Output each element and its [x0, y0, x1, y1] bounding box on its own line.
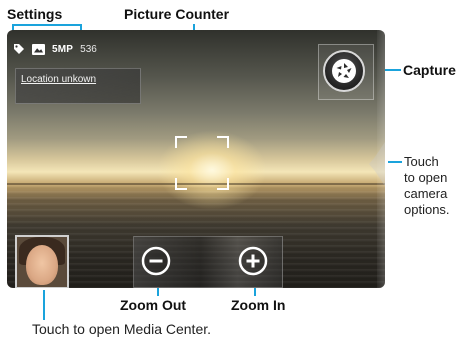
camera-viewfinder[interactable]: 5MP 536 Location unkown [7, 30, 385, 288]
location-text: Location unkown [21, 74, 97, 85]
thumbnail-face [26, 245, 58, 285]
tag-icon[interactable] [13, 43, 25, 55]
media-center-callout: Touch to open Media Center. [32, 321, 212, 337]
capture-callout: Capture [403, 62, 456, 78]
location-panel[interactable]: Location unkown [15, 68, 141, 104]
camera-options-callout-line [388, 161, 402, 163]
focus-brackets [175, 136, 229, 190]
resolution-label: 5MP [52, 43, 74, 55]
settings-callout-line [12, 24, 82, 26]
camera-options-callout: Touch to open camera options. [404, 154, 450, 217]
capture-button[interactable] [323, 50, 365, 92]
zoom-in-callout: Zoom In [231, 297, 286, 313]
status-bar: 5MP 536 [13, 41, 97, 57]
settings-callout: Settings [7, 6, 63, 22]
picture-icon[interactable] [32, 43, 45, 55]
minus-circle-icon[interactable] [141, 246, 171, 276]
picture-counter-callout: Picture Counter [124, 6, 230, 22]
zoom-out-callout: Zoom Out [120, 297, 187, 313]
media-center-callout-line [43, 290, 45, 320]
shutter-aperture-icon [332, 59, 356, 83]
plus-circle-icon[interactable] [238, 246, 268, 276]
picture-counter: 536 [80, 43, 97, 55]
media-center-thumbnail[interactable] [15, 235, 69, 288]
